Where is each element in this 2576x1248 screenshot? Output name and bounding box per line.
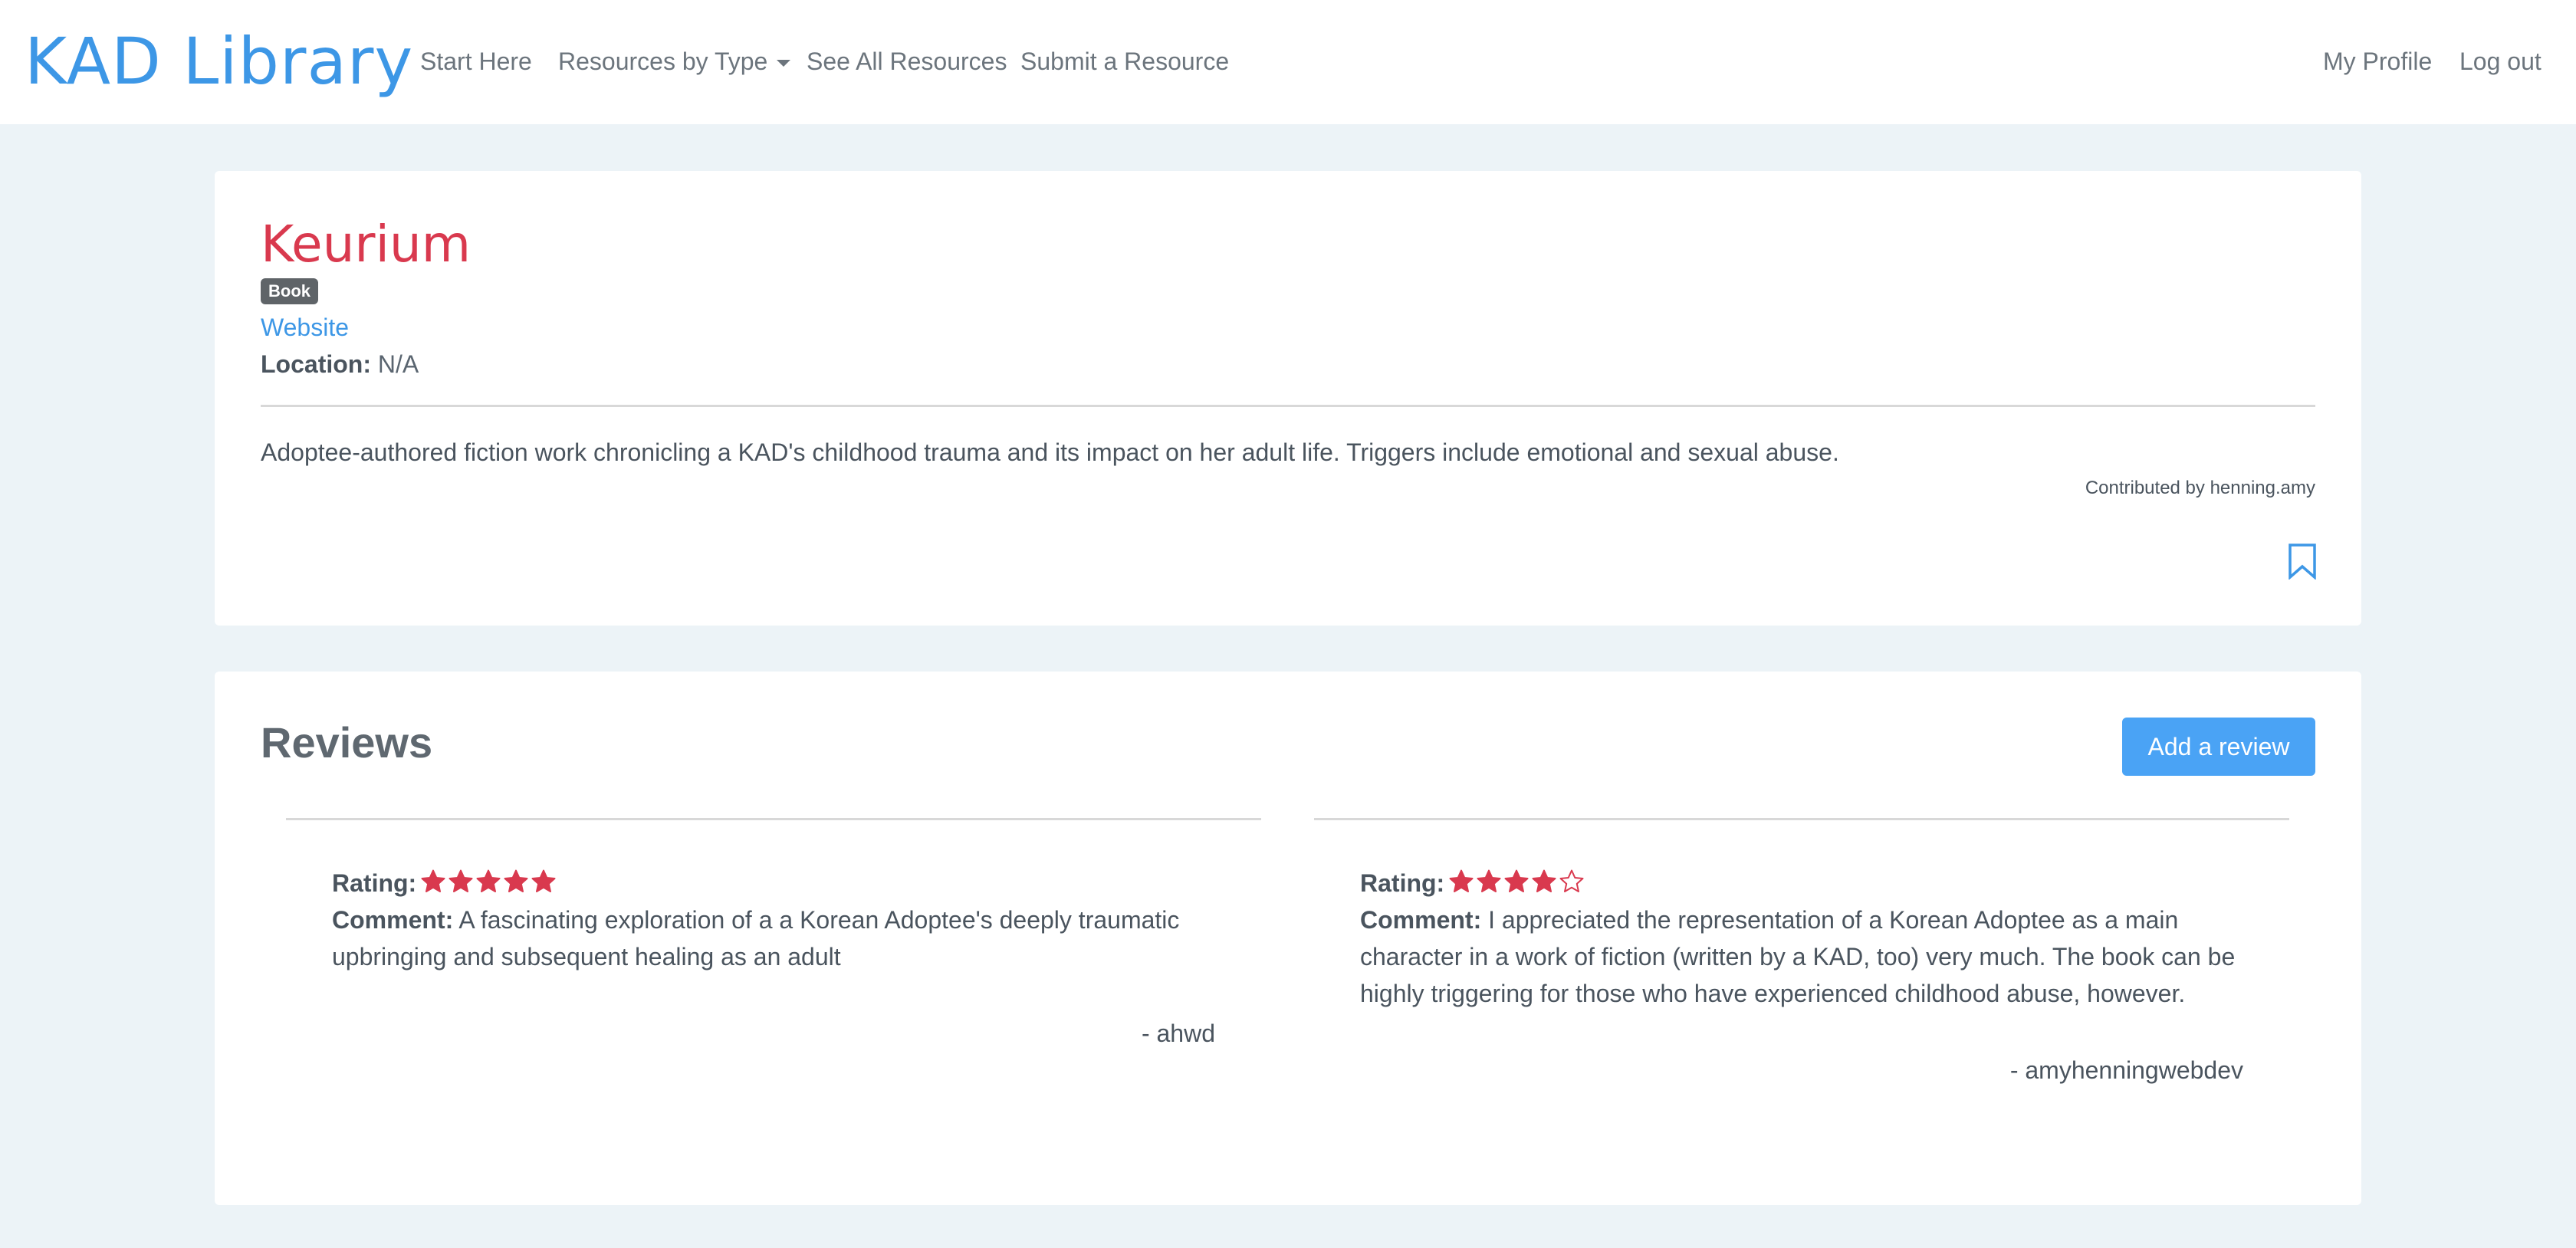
star-rating	[421, 869, 556, 894]
comment-label: Comment:	[1360, 906, 1482, 934]
resource-description: Adoptee-authored fiction work chroniclin…	[261, 438, 1839, 466]
nav-resources-by-type[interactable]: Resources by Type	[558, 44, 791, 78]
reviews-card: Reviews Add a review Rating: Comment: A …	[215, 672, 2361, 1205]
navbar: KAD Library Start Here Resources by Type…	[0, 0, 2576, 124]
type-badge: Book	[261, 278, 318, 304]
review-item: Rating: Comment: I appreciated the repre…	[1360, 865, 2242, 1012]
nav-submit-resource[interactable]: Submit a Resource	[1020, 44, 1229, 78]
comment-label: Comment:	[332, 906, 454, 934]
brand-logo[interactable]: KAD Library	[25, 23, 413, 100]
divider	[261, 405, 2315, 407]
location-label: Location:	[261, 350, 371, 378]
reviews-title: Reviews	[261, 718, 433, 767]
resource-title: Keurium	[261, 215, 472, 274]
rating-label: Rating:	[332, 869, 417, 897]
comment-text: I appreciated the representation of a Ko…	[1360, 906, 2236, 1007]
bookmark-icon[interactable]	[2286, 543, 2318, 580]
review-author: - ahwd	[1141, 1020, 1215, 1047]
review-rating: Rating:	[1360, 865, 2242, 902]
nav-resources-by-type-label: Resources by Type	[558, 48, 768, 75]
star-filled-icon	[1532, 869, 1556, 892]
review-divider	[286, 818, 1261, 820]
add-review-button[interactable]: Add a review	[2122, 718, 2315, 776]
review-author: - amyhenningwebdev	[2009, 1056, 2243, 1084]
nav-see-all-resources[interactable]: See All Resources	[807, 44, 1007, 78]
location-value: N/A	[377, 350, 419, 378]
star-filled-icon	[1477, 869, 1501, 892]
review-comment: Comment: A fascinating exploration of a …	[332, 902, 1214, 975]
star-filled-icon	[531, 869, 556, 892]
star-filled-icon	[1504, 869, 1529, 892]
review-item: Rating: Comment: A fascinating explorati…	[332, 865, 1214, 975]
star-filled-icon	[504, 869, 528, 892]
nav-log-out[interactable]: Log out	[2459, 44, 2542, 78]
nav-start-here[interactable]: Start Here	[420, 44, 532, 78]
comment-text: A fascinating exploration of a a Korean …	[332, 906, 1180, 970]
location: Location: N/A	[261, 347, 419, 381]
star-empty-icon	[1559, 869, 1584, 892]
review-comment: Comment: I appreciated the representatio…	[1360, 902, 2242, 1012]
caret-down-icon	[777, 60, 791, 67]
review-rating: Rating:	[332, 865, 1214, 902]
rating-label: Rating:	[1360, 869, 1445, 897]
star-filled-icon	[476, 869, 501, 892]
resource-card: Keurium Book Website Location: N/A Adopt…	[215, 171, 2361, 626]
star-filled-icon	[449, 869, 473, 892]
review-divider	[1314, 818, 2289, 820]
star-filled-icon	[421, 869, 445, 892]
website-link[interactable]: Website	[261, 310, 349, 344]
nav-my-profile[interactable]: My Profile	[2323, 44, 2432, 78]
star-rating	[1449, 869, 1584, 894]
star-filled-icon	[1449, 869, 1474, 892]
contributed-by: Contributed by henning.amy	[2085, 478, 2315, 498]
